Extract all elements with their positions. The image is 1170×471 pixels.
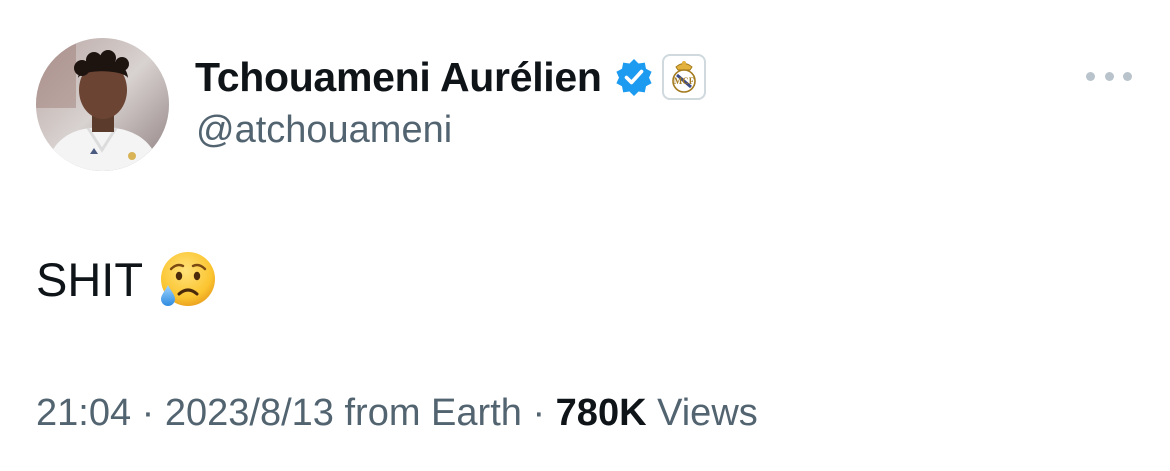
more-dot [1123,71,1132,81]
meta-separator: · [532,392,546,434]
more-dot [1086,71,1095,81]
tweet-time[interactable]: 21:04 [36,392,131,434]
meta-separator: · [141,392,155,434]
svg-text:MCF: MCF [673,76,694,86]
views-count[interactable]: 780K [556,392,647,434]
crying-face-emoji-icon [157,249,217,309]
real-madrid-crest-icon[interactable]: MCF [661,54,706,100]
tweet-body: SHIT [36,252,144,306]
user-handle[interactable]: @atchouameni [196,109,452,152]
verified-badge-icon[interactable] [614,57,654,97]
tweet-date[interactable]: 2023/8/13 [165,392,334,434]
tweet-source: from Earth [344,392,522,434]
more-dot [1104,71,1114,81]
author-header: Tchouameni Aurélien MCF [195,50,706,104]
display-name[interactable]: Tchouameni Aurélien [195,54,602,101]
tweet-meta: 21:04 · 2023/8/13 from Earth · 780K View… [36,392,758,435]
more-options-icon[interactable] [1086,64,1132,88]
tweet-text: SHIT [36,247,217,311]
tweet-card: Tchouameni Aurélien MCF @atchouameni SHI… [0,0,1170,471]
profile-photo-icon [36,38,169,171]
views-label[interactable]: Views [657,392,758,434]
avatar[interactable] [36,38,169,171]
